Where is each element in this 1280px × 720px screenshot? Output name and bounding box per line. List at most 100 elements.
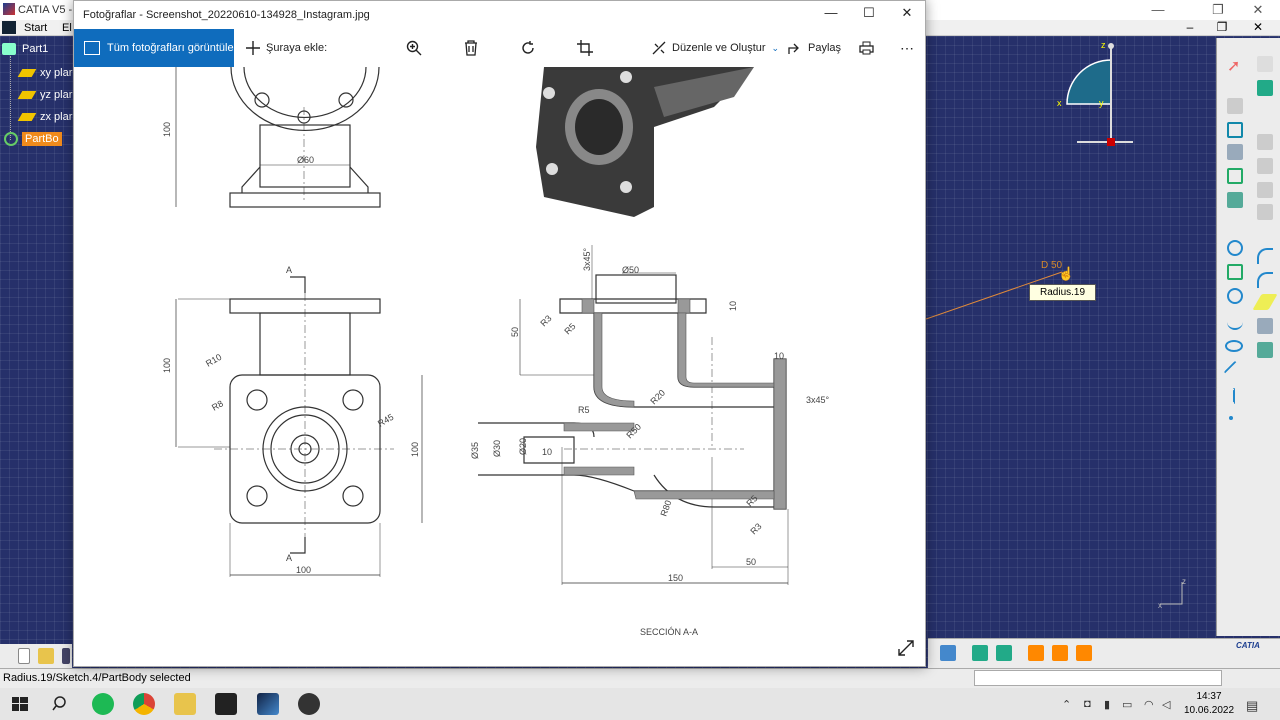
tree-item-partbody[interactable]: PartBo bbox=[4, 132, 62, 146]
rectangle-icon[interactable] bbox=[1227, 264, 1243, 280]
eraser-icon[interactable] bbox=[1252, 294, 1278, 310]
tree-connector bbox=[10, 56, 11, 140]
close-icon[interactable]: ✕ bbox=[892, 5, 922, 25]
dim-R80: R80 bbox=[658, 499, 673, 518]
menu-start[interactable]: Start bbox=[24, 22, 47, 34]
shading-icon[interactable] bbox=[1028, 645, 1044, 661]
maximize-icon[interactable]: ☐ bbox=[854, 5, 884, 25]
close-icon[interactable]: ✕ bbox=[1248, 2, 1268, 18]
pencil-icon[interactable] bbox=[1227, 144, 1243, 160]
command-input[interactable] bbox=[974, 670, 1222, 686]
menu-edit[interactable]: El bbox=[62, 22, 72, 34]
normal-view-icon[interactable] bbox=[972, 645, 988, 661]
more-options-button[interactable]: ⋯ bbox=[900, 39, 914, 57]
open-folder-icon[interactable] bbox=[38, 648, 54, 664]
minimize-icon[interactable]: — bbox=[1148, 2, 1168, 17]
add-to-label: Şuraya ekle: bbox=[266, 42, 328, 54]
arc-icon[interactable] bbox=[1257, 248, 1273, 264]
ellipse-icon[interactable] bbox=[1225, 340, 1243, 352]
expand-icon[interactable] bbox=[897, 639, 915, 657]
grid-icon[interactable] bbox=[1227, 192, 1243, 208]
search-icon[interactable] bbox=[50, 693, 72, 715]
select-arrow-icon[interactable]: ➚ bbox=[1227, 56, 1243, 75]
mirror-icon[interactable] bbox=[1257, 318, 1273, 334]
notification-icon[interactable]: ▤ bbox=[1246, 698, 1258, 714]
toolbar-icon[interactable] bbox=[1257, 158, 1273, 174]
tree-item-xy-plane[interactable]: xy plar bbox=[17, 67, 73, 79]
section-label: SECCIÓN A-A bbox=[640, 627, 698, 637]
wifi-icon[interactable]: ◠ bbox=[1144, 698, 1154, 711]
project-icon[interactable] bbox=[1257, 342, 1273, 358]
constraint-icon[interactable] bbox=[1227, 168, 1243, 184]
microphone-icon[interactable]: ▮ bbox=[1104, 698, 1110, 711]
dim-10-right: 10 bbox=[774, 351, 784, 361]
rotate-button[interactable] bbox=[520, 39, 542, 57]
add-to-button[interactable]: Şuraya ekle: bbox=[246, 39, 327, 57]
sketch-tools-icon[interactable] bbox=[1227, 240, 1243, 256]
windows-start-icon[interactable] bbox=[9, 693, 31, 715]
spotify-icon[interactable] bbox=[92, 693, 114, 715]
dim-3x45-top: 3x45° bbox=[582, 247, 592, 271]
doc-minimize-icon[interactable]: – bbox=[1180, 20, 1200, 34]
toolbar-icon[interactable] bbox=[1257, 182, 1273, 198]
swap-icon[interactable] bbox=[1076, 645, 1092, 661]
toolbar-icon[interactable] bbox=[1257, 134, 1273, 150]
compass-x-label: x bbox=[1057, 98, 1062, 108]
catia-brand-logo: CATIA bbox=[1236, 641, 1260, 650]
point-icon[interactable] bbox=[1229, 416, 1233, 420]
chevron-down-icon: ⌄ bbox=[771, 42, 780, 53]
toolbar-icon[interactable] bbox=[1257, 204, 1273, 220]
chrome-icon[interactable] bbox=[133, 693, 155, 715]
dim-10-mid: 10 bbox=[542, 447, 552, 457]
share-button[interactable]: Paylaş bbox=[788, 39, 841, 57]
multi-view-icon[interactable] bbox=[996, 645, 1012, 661]
view-all-photos-button[interactable]: Tüm fotoğrafları görüntüle bbox=[74, 29, 234, 67]
toolbar-icon[interactable] bbox=[1227, 98, 1243, 114]
fly-mode-icon[interactable] bbox=[940, 645, 956, 661]
spline-icon[interactable] bbox=[1227, 314, 1243, 330]
dim-100-right: 100 bbox=[410, 442, 420, 457]
photos-app-icon[interactable] bbox=[215, 693, 237, 715]
zoom-button[interactable] bbox=[406, 39, 428, 57]
tree-root-label: Part1 bbox=[22, 43, 49, 55]
crop-icon bbox=[577, 40, 593, 56]
clock[interactable]: 14:37 10.06.2022 bbox=[1182, 690, 1236, 718]
rotate-icon bbox=[522, 41, 534, 54]
toolbar-icon[interactable] bbox=[1257, 56, 1273, 72]
speaker-icon[interactable]: ◁ bbox=[1162, 698, 1170, 711]
dim-R5-mid: R5 bbox=[578, 405, 590, 415]
print-button[interactable] bbox=[859, 39, 880, 57]
camera-icon[interactable]: ◘ bbox=[1084, 698, 1091, 710]
restore-icon[interactable]: ❐ bbox=[1208, 2, 1228, 18]
doc-restore-icon[interactable]: ❐ bbox=[1212, 20, 1232, 34]
edit-create-button[interactable]: Düzenle ve Oluştur ⌄ bbox=[652, 39, 779, 57]
obs-icon[interactable] bbox=[298, 693, 320, 715]
line-icon[interactable] bbox=[1223, 360, 1247, 384]
edit-icon bbox=[652, 41, 666, 55]
right-toolbar: ➚ bbox=[1216, 38, 1280, 636]
catia-taskbar-icon[interactable] bbox=[257, 693, 279, 715]
battery-icon[interactable]: ▭ bbox=[1122, 698, 1132, 711]
circle-icon[interactable] bbox=[1227, 288, 1243, 304]
tooltip: Radius.19 bbox=[1029, 284, 1097, 301]
minimize-icon[interactable]: — bbox=[816, 5, 846, 25]
doc-close-icon[interactable]: ✕ bbox=[1248, 20, 1268, 34]
save-icon[interactable] bbox=[62, 648, 70, 664]
tree-item-zx-plane[interactable]: zx plar bbox=[17, 111, 72, 123]
printer-icon bbox=[859, 41, 874, 55]
hide-show-icon[interactable] bbox=[1052, 645, 1068, 661]
corner-icon[interactable] bbox=[1257, 272, 1273, 288]
delete-button[interactable] bbox=[464, 39, 484, 57]
file-explorer-icon[interactable] bbox=[174, 693, 196, 715]
tree-item-yz-plane[interactable]: yz plar bbox=[17, 89, 72, 101]
chevron-up-icon[interactable]: ⌃ bbox=[1062, 698, 1071, 711]
compass-icon[interactable]: z x y bbox=[1055, 40, 1135, 150]
profile-icon[interactable] bbox=[1227, 122, 1243, 138]
new-file-icon[interactable] bbox=[18, 648, 30, 664]
tree-root-part[interactable]: Part1 bbox=[2, 43, 48, 55]
clock-time: 14:37 bbox=[1196, 691, 1222, 702]
axis-icon[interactable] bbox=[1233, 388, 1235, 404]
crop-button[interactable] bbox=[577, 39, 599, 57]
tree-item-label: xy plar bbox=[40, 67, 73, 79]
exit-workbench-icon[interactable] bbox=[1257, 80, 1273, 96]
